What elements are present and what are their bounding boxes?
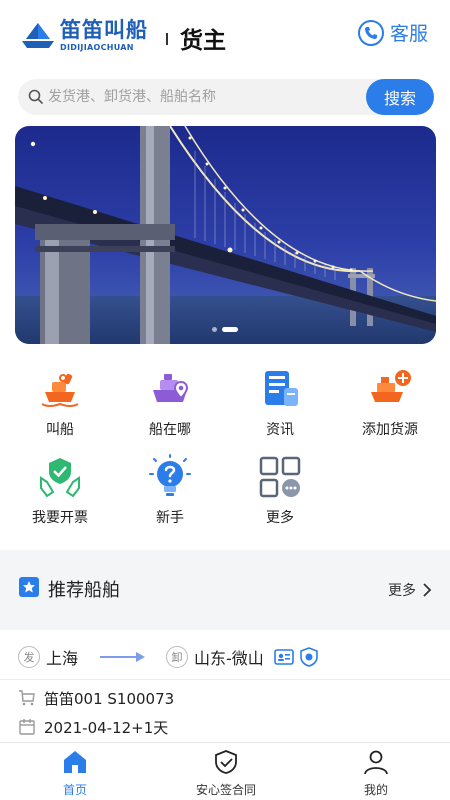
quick-action-label: 船在哪 xyxy=(149,422,191,438)
boat-logo-icon xyxy=(22,23,54,48)
origin-port: 上海 xyxy=(46,649,79,668)
more-ships-link[interactable]: 更多 xyxy=(388,580,432,600)
chevron-right-icon xyxy=(423,583,432,597)
tab-mine[interactable]: 我的 xyxy=(316,749,436,798)
banner-carousel[interactable] xyxy=(15,126,436,344)
quick-action-label: 叫船 xyxy=(46,422,74,438)
route-row: 发 上海 卸 山东-微山 xyxy=(18,644,319,670)
ship-date: 2021-04-12+1天 xyxy=(44,718,169,737)
quick-action-invoice[interactable]: 我要开票 xyxy=(15,454,105,534)
phone-icon xyxy=(357,19,384,46)
app-logo: 笛笛叫船 DIDIJIAOCHUAN xyxy=(20,20,148,52)
logo-chinese-text: 笛笛叫船 xyxy=(60,18,148,42)
quick-action-call-ship[interactable]: 叫船 xyxy=(15,366,105,446)
destination-badge: 卸 xyxy=(166,646,189,668)
recommended-ships-header: 推荐船舶 更多 xyxy=(0,560,450,620)
quick-action-label: 资讯 xyxy=(266,422,294,438)
quick-action-label: 更多 xyxy=(266,510,294,526)
bottom-tab-bar: 首页 安心签合同 我的 xyxy=(0,742,450,800)
route-arrow-icon xyxy=(100,652,146,662)
invoice-icon xyxy=(40,458,80,498)
role-title: 货主 xyxy=(180,28,226,54)
home-icon xyxy=(64,751,86,773)
destination-port: 山东-微山 xyxy=(194,649,264,668)
more-grid-icon xyxy=(259,456,301,498)
tab-home[interactable]: 首页 xyxy=(15,749,135,798)
quick-action-label: 添加货源 xyxy=(362,422,418,438)
add-cargo-icon xyxy=(371,370,411,402)
tab-contract[interactable]: 安心签合同 xyxy=(166,749,286,798)
tab-label: 我的 xyxy=(363,783,388,797)
ship-location-icon xyxy=(153,374,189,402)
calendar-icon xyxy=(19,719,35,735)
star-icon xyxy=(19,577,39,597)
ship-name-row: 笛笛001 S100073 xyxy=(18,687,174,709)
search-bar: 搜索 xyxy=(18,79,434,115)
bridge-photo xyxy=(15,126,436,344)
ship-call-icon xyxy=(41,373,79,407)
origin-badge: 发 xyxy=(18,646,40,668)
cart-icon xyxy=(19,690,35,706)
tab-label: 安心签合同 xyxy=(195,783,256,797)
quick-action-add-cargo[interactable]: 添加货源 xyxy=(345,366,435,446)
customer-service-label: 客服 xyxy=(389,23,428,45)
carousel-dot[interactable] xyxy=(212,327,217,332)
logo-english-text: DIDIJIAOCHUAN xyxy=(60,43,134,52)
shield-certified-icon xyxy=(299,647,318,667)
ship-card[interactable]: 发 上海 卸 山东-微山 笛笛001 S100073 2021-04-12+1天 xyxy=(0,630,450,745)
quick-action-ship-location[interactable]: 船在哪 xyxy=(125,366,215,446)
more-label: 更多 xyxy=(388,583,416,599)
search-button[interactable]: 搜索 xyxy=(366,79,434,115)
ship-date-row: 2021-04-12+1天 xyxy=(18,716,168,738)
customer-service-button[interactable]: 客服 xyxy=(357,19,428,46)
quick-action-beginner[interactable]: 新手 xyxy=(125,454,215,534)
carousel-indicator xyxy=(212,327,238,332)
shield-contract-icon xyxy=(215,750,237,774)
tab-label: 首页 xyxy=(62,783,87,797)
news-icon xyxy=(265,371,298,406)
verified-id-icon xyxy=(273,649,294,665)
user-icon xyxy=(364,750,388,775)
search-icon xyxy=(28,89,43,104)
quick-action-news[interactable]: 资讯 xyxy=(235,366,325,446)
help-icon xyxy=(149,454,191,496)
app-header: 笛笛叫船 DIDIJIAOCHUAN 货主 客服 xyxy=(0,0,450,72)
quick-action-label: 新手 xyxy=(156,510,184,526)
ship-name: 笛笛001 S100073 xyxy=(44,689,175,708)
carousel-dot-active[interactable] xyxy=(222,327,238,332)
header-divider xyxy=(166,33,168,45)
quick-action-label: 我要开票 xyxy=(32,510,88,526)
section-title: 推荐船舶 xyxy=(48,580,120,601)
quick-action-more[interactable]: 更多 xyxy=(235,454,325,534)
search-input[interactable] xyxy=(48,79,378,115)
card-divider xyxy=(0,679,450,680)
